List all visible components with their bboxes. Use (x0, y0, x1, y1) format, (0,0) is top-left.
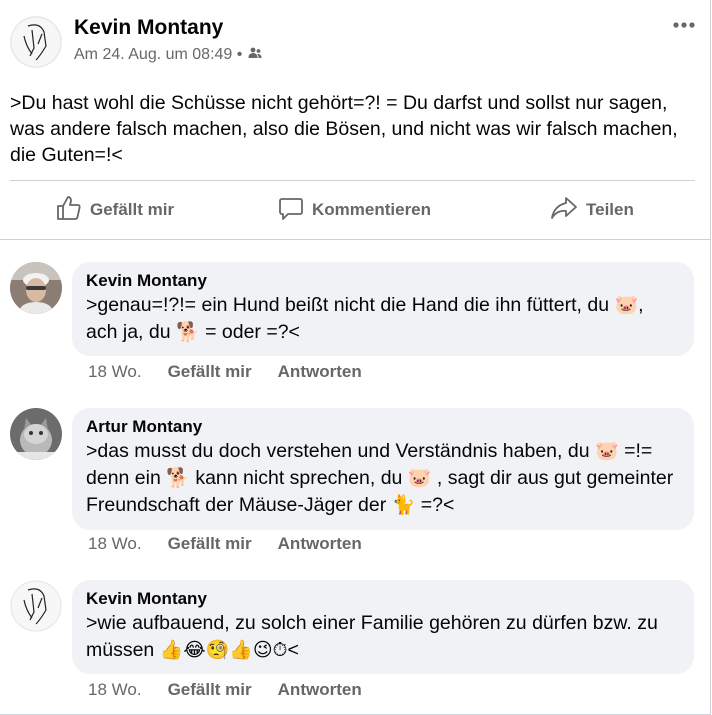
comment-reply-button[interactable]: Antworten (278, 680, 362, 700)
share-button[interactable]: Teilen (550, 182, 634, 238)
commenter-avatar[interactable] (10, 408, 62, 460)
dog-emoji: 🐕 (175, 322, 200, 343)
post-card: Kevin Montany Am 24. Aug. um 08:49 • >Du… (0, 0, 711, 715)
comment-time[interactable]: 18 Wo. (88, 362, 142, 382)
comment-actions: 18 Wo. Gefällt mir Antworten (88, 534, 362, 554)
comment-reply-button[interactable]: Antworten (278, 534, 362, 554)
like-button-label: Gefällt mir (90, 200, 175, 219)
comment-time[interactable]: 18 Wo. (88, 680, 142, 700)
like-button[interactable]: Gefällt mir (56, 182, 174, 238)
comment-like-button[interactable]: Gefällt mir (168, 362, 252, 382)
share-button-label: Teilen (586, 200, 634, 219)
comment-button-label: Kommentieren (312, 200, 432, 219)
comment-text: >genau=!?!= ein Hund beißt nicht die Han… (86, 294, 644, 343)
thumbs-up-icon (56, 195, 82, 226)
post-author-name[interactable]: Kevin Montany (74, 16, 223, 40)
friends-icon (248, 46, 262, 64)
cat-emoji: 🐈 (391, 495, 416, 516)
share-icon (550, 195, 578, 226)
post-timestamp[interactable]: Am 24. Aug. um 08:49 • (74, 46, 242, 64)
more-options-icon[interactable] (672, 18, 696, 30)
comment-bubble: Kevin Montany >wie aufbauend, zu solch e… (72, 580, 694, 674)
comment-text: >das musst du doch verstehen und Verstän… (86, 440, 674, 516)
comment-icon (278, 195, 304, 226)
comment-actions: 18 Wo. Gefällt mir Antworten (88, 362, 362, 382)
comment-author[interactable]: Artur Montany (86, 416, 680, 438)
comment-like-button[interactable]: Gefällt mir (168, 534, 252, 554)
comment-button[interactable]: Kommentieren (278, 182, 431, 238)
pig-emoji: 🐷 (407, 468, 432, 489)
divider (0, 239, 710, 240)
pig-emoji: 🐷 (594, 441, 619, 462)
commenter-avatar[interactable] (10, 580, 62, 632)
post-text: >Du hast wohl die Schüsse nicht gehört=?… (10, 92, 678, 166)
comment-bubble: Artur Montany >das musst du doch versteh… (72, 408, 694, 530)
author-avatar[interactable] (10, 16, 62, 68)
post-meta: Am 24. Aug. um 08:49 • (74, 46, 262, 64)
divider (10, 180, 695, 181)
comment-actions: 18 Wo. Gefällt mir Antworten (88, 680, 362, 700)
post-actions-bar: Gefällt mir Kommentieren Teilen (10, 182, 695, 238)
post-header: Kevin Montany Am 24. Aug. um 08:49 • (10, 14, 700, 74)
comment-author[interactable]: Kevin Montany (86, 270, 680, 292)
comment-time[interactable]: 18 Wo. (88, 534, 142, 554)
comment-bubble: Kevin Montany >genau=!?!= ein Hund beißt… (72, 262, 694, 356)
emoji-sequence: 👍😂🧐👍😉⏱ (159, 640, 288, 661)
comment-reply-button[interactable]: Antworten (278, 362, 362, 382)
comment-author[interactable]: Kevin Montany (86, 588, 680, 610)
comment-like-button[interactable]: Gefällt mir (168, 680, 252, 700)
comment-text: >wie aufbauend, zu solch einer Familie g… (86, 612, 658, 661)
dog-emoji: 🐕 (166, 468, 190, 489)
commenter-avatar[interactable] (10, 262, 62, 314)
pig-emoji: 🐷 (614, 295, 639, 316)
